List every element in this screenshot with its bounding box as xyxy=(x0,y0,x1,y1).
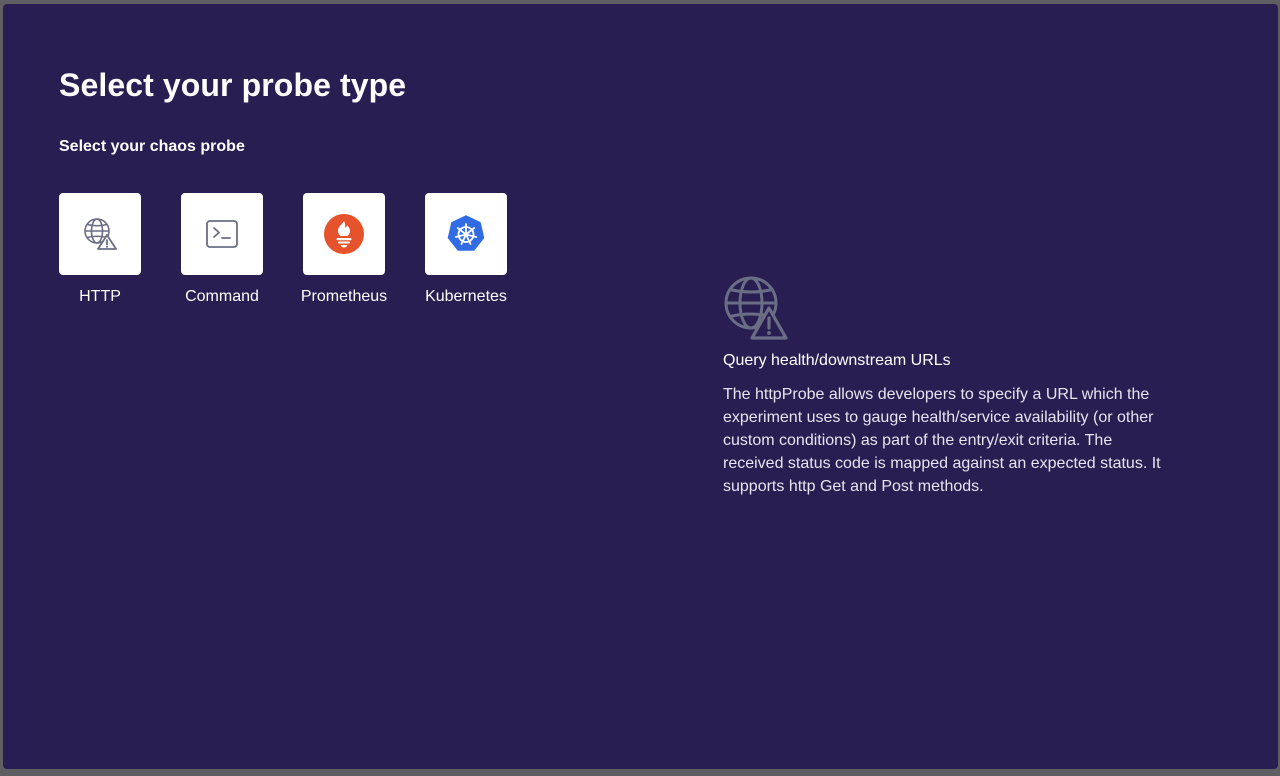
probe-card-kubernetes[interactable] xyxy=(425,193,507,275)
terminal-icon xyxy=(206,220,238,248)
probe-type-modal: Select your probe type Select your chaos… xyxy=(3,4,1278,769)
kubernetes-icon xyxy=(447,215,485,251)
probe-option-http[interactable]: HTTP xyxy=(59,193,141,306)
probe-card-http[interactable] xyxy=(59,193,141,275)
prometheus-icon xyxy=(324,214,364,254)
probe-option-prometheus[interactable]: Prometheus xyxy=(300,193,388,306)
probe-detail-heading: Query health/downstream URLs xyxy=(723,352,951,369)
probe-card-prometheus[interactable] xyxy=(303,193,385,275)
page-title: Select your probe type xyxy=(59,67,407,103)
probe-detail-description: The httpProbe allows developers to speci… xyxy=(723,386,1161,495)
section-subtitle: Select your chaos probe xyxy=(59,138,245,155)
probe-label-command: Command xyxy=(185,288,259,305)
probe-label-prometheus: Prometheus xyxy=(300,288,388,305)
probe-label-kubernetes: Kubernetes xyxy=(425,288,507,305)
globe-warning-icon xyxy=(724,276,788,340)
probe-type-list: HTTP Command Prometheus Kubernetes xyxy=(59,193,507,306)
probe-card-command[interactable] xyxy=(181,193,263,275)
probe-label-http: HTTP xyxy=(79,288,121,305)
probe-option-command[interactable]: Command xyxy=(181,193,263,306)
globe-warning-icon xyxy=(84,218,117,250)
probe-detail-panel: Query health/downstream URLs The httpPro… xyxy=(723,275,1173,498)
probe-option-kubernetes[interactable]: Kubernetes xyxy=(425,193,507,306)
